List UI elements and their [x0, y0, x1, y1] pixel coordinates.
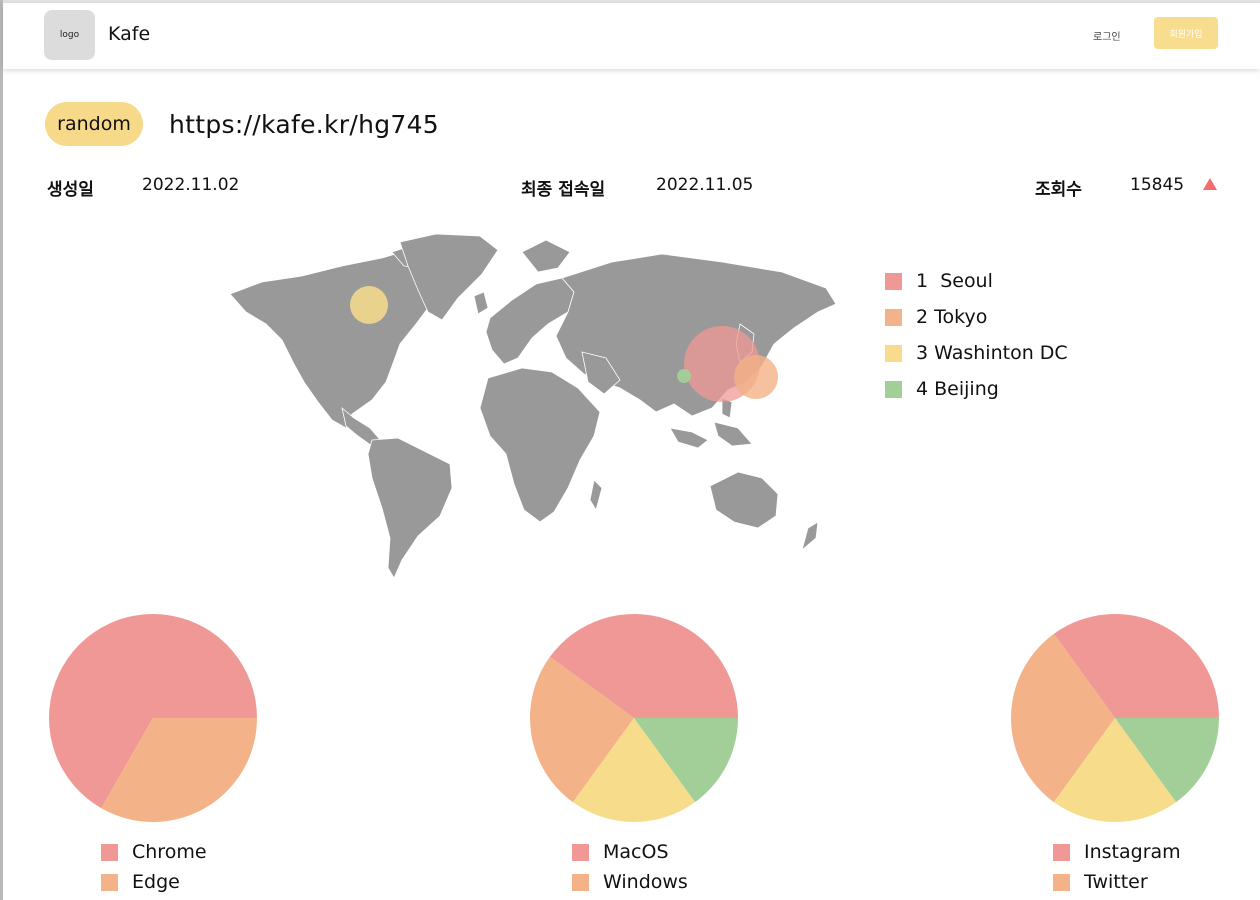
- referrer-legend: Instagram Twitter: [1053, 837, 1181, 897]
- legend-item-tokyo: 2 Tokyo: [885, 299, 1068, 335]
- legend-item: MacOS: [572, 837, 688, 867]
- world-map: [229, 233, 837, 579]
- legend-item-seoul: 1 Seoul: [885, 263, 1068, 299]
- color-swatch: [572, 843, 589, 861]
- window-left-edge: [0, 0, 3, 900]
- map-land: [229, 233, 837, 579]
- color-swatch: [572, 873, 589, 891]
- category-badge: random: [45, 102, 143, 146]
- last-visit-value: 2022.11.05: [656, 175, 754, 195]
- color-swatch: [101, 873, 118, 891]
- color-swatch: [885, 272, 902, 290]
- color-swatch: [885, 380, 902, 398]
- triangle-up-icon: [1203, 178, 1217, 190]
- marker-washington[interactable]: [350, 286, 388, 324]
- legend-label: Instagram: [1084, 841, 1181, 863]
- legend-item-washington: 3 Washinton DC: [885, 335, 1068, 371]
- browser-pie-chart: [49, 614, 257, 823]
- color-swatch: [1053, 873, 1070, 891]
- legend-rank: 1: [916, 270, 929, 292]
- legend-city: Tokyo: [934, 306, 988, 328]
- brand-title[interactable]: Kafe: [108, 23, 150, 45]
- legend-rank: 3: [916, 342, 929, 364]
- legend-item: Instagram: [1053, 837, 1181, 867]
- created-label: 생성일: [47, 180, 94, 200]
- legend-label: Twitter: [1084, 871, 1148, 893]
- legend-label: Edge: [132, 871, 180, 893]
- browser-legend: Chrome Edge: [101, 837, 207, 897]
- color-swatch: [885, 344, 902, 362]
- os-legend: MacOS Windows: [572, 837, 688, 897]
- legend-item-beijing: 4 Beijing: [885, 371, 1068, 407]
- legend-rank: 2: [916, 306, 929, 328]
- color-swatch: [1053, 843, 1070, 861]
- legend-label: Chrome: [132, 841, 207, 863]
- legend-item: Windows: [572, 867, 688, 897]
- created-value: 2022.11.02: [142, 175, 240, 195]
- referrer-pie-chart: [1010, 613, 1219, 823]
- legend-item: Chrome: [101, 837, 207, 867]
- map-legend: 1 Seoul 2 Tokyo 3 Washinton DC 4 Beijing: [885, 263, 1068, 407]
- marker-tokyo[interactable]: [734, 355, 778, 399]
- signup-button[interactable]: 회원가입: [1154, 17, 1218, 49]
- site-logo[interactable]: logo: [44, 10, 95, 60]
- color-swatch: [101, 843, 118, 861]
- short-url[interactable]: https://kafe.kr/hg745: [169, 110, 439, 139]
- color-swatch: [885, 308, 902, 326]
- legend-city: Beijing: [934, 378, 999, 400]
- login-link[interactable]: 로그인: [1093, 28, 1121, 43]
- top-navbar: logo Kafe 로그인 회원가입: [3, 3, 1260, 69]
- legend-label: MacOS: [603, 841, 669, 863]
- legend-item: Edge: [101, 867, 207, 897]
- views-value: 15845: [1130, 175, 1185, 195]
- legend-rank: 4: [916, 378, 929, 400]
- legend-label: Windows: [603, 871, 688, 893]
- last-visit-label: 최종 접속일: [521, 180, 606, 200]
- marker-beijing[interactable]: [677, 369, 691, 383]
- legend-city: Washinton DC: [934, 342, 1068, 364]
- legend-item: Twitter: [1053, 867, 1181, 897]
- os-pie-chart: [529, 613, 738, 823]
- legend-city: Seoul: [940, 270, 993, 292]
- views-label: 조회수: [1035, 180, 1082, 200]
